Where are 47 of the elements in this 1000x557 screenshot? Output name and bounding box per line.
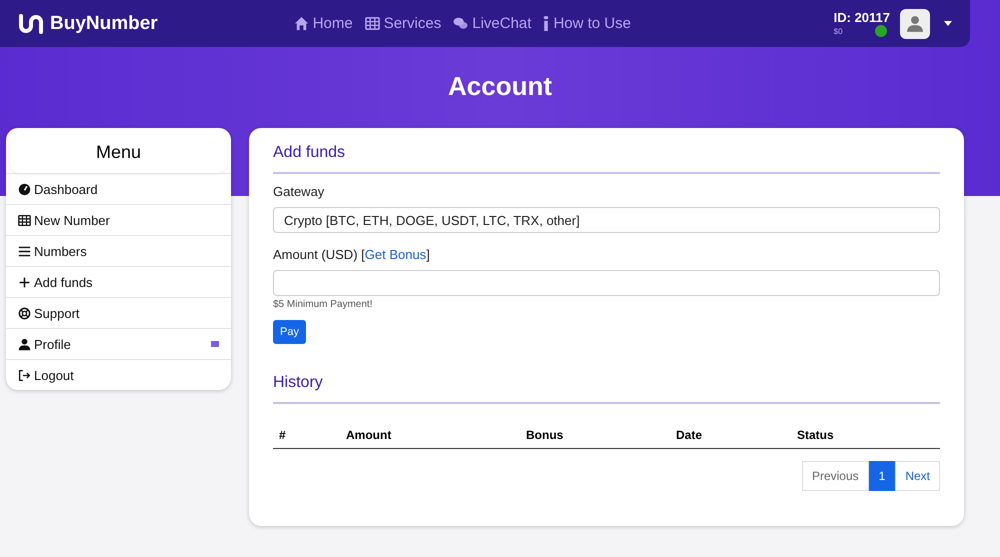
page-button[interactable]: Previous: [802, 461, 869, 491]
nav-link[interactable]: Home: [294, 15, 353, 32]
menu-item[interactable]: Support: [6, 297, 231, 328]
list-icon: [18, 244, 31, 258]
nav-link[interactable]: Services: [364, 15, 442, 32]
field-label: Amount (USD) [Get Bonus]: [273, 247, 431, 262]
nav-link[interactable]: LiveChat: [453, 15, 532, 32]
bonus-link[interactable]: Get Bonus: [364, 247, 426, 262]
gateway-select[interactable]: Crypto [BTC, ETH, DOGE, USDT, LTC, TRX, other]: [273, 207, 940, 233]
home-icon: [294, 16, 309, 31]
menu-item[interactable]: Dashboard: [6, 173, 231, 204]
field-label: Gateway: [273, 184, 326, 199]
column-header: Date: [676, 428, 704, 442]
page-button[interactable]: 1: [868, 461, 896, 491]
menu-item[interactable]: Logout: [6, 359, 231, 390]
balance: $0: [834, 26, 843, 36]
menu-item[interactable]: New Number: [6, 204, 231, 235]
plus-icon: [18, 276, 31, 288]
gauge-icon: [18, 182, 31, 196]
column-header: Bonus: [526, 428, 564, 442]
column-header: #: [279, 428, 287, 442]
column-header: Status: [797, 428, 835, 442]
grid-icon: [18, 214, 31, 226]
chat-icon: [453, 16, 468, 31]
section-title: Add funds: [273, 144, 940, 174]
nav-link[interactable]: How to Use: [543, 15, 631, 32]
menu-title: Menu: [10, 128, 227, 173]
avatar[interactable]: [900, 8, 930, 38]
menu-item[interactable]: Profile: [6, 328, 231, 359]
menu-item[interactable]: Numbers: [6, 235, 231, 266]
amount-field[interactable]: [273, 270, 940, 296]
add-balance-icon[interactable]: [874, 25, 887, 37]
account-id: ID: 20117: [834, 10, 890, 25]
hint-text: $5 Minimum Payment!: [273, 299, 374, 310]
user-icon: [18, 338, 31, 350]
lifebuoy-icon: [18, 306, 31, 320]
logout-icon: [18, 368, 31, 382]
pay-button[interactable]: Pay: [273, 320, 306, 344]
menu-item[interactable]: Add funds: [6, 266, 231, 297]
brand-name[interactable]: BuyNumber: [50, 12, 158, 34]
section-title: History: [273, 374, 940, 404]
info-icon: [543, 16, 550, 31]
page-title: Account: [447, 71, 553, 103]
caret-icon[interactable]: [944, 21, 952, 26]
column-header: Amount: [346, 428, 392, 442]
grid-icon: [364, 16, 380, 31]
page-button[interactable]: Next: [895, 461, 940, 491]
